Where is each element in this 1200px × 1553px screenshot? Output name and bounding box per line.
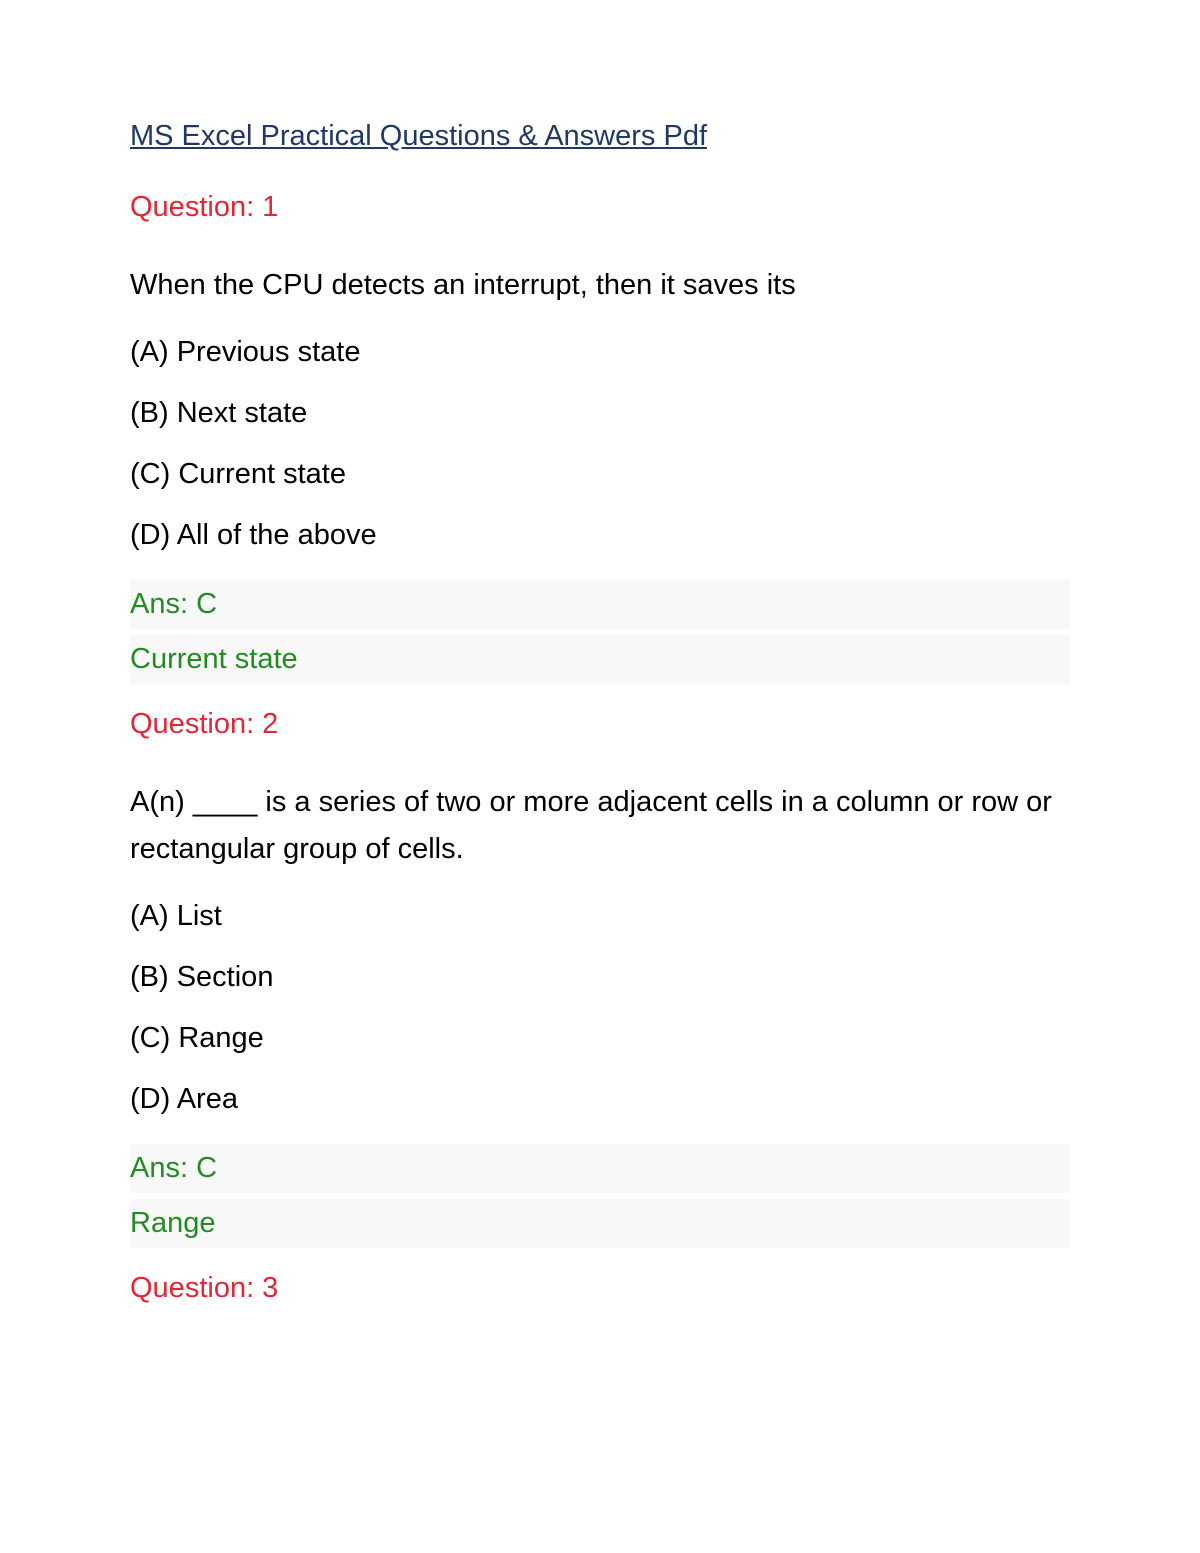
question-1-option-d: (D) All of the above <box>130 519 1070 552</box>
question-1-option-c: (C) Current state <box>130 458 1070 491</box>
answer-text-1: Current state <box>130 643 298 675</box>
spacer <box>130 1254 1070 1272</box>
answer-block-1-text: Current state <box>130 635 1070 684</box>
document-title: MS Excel Practical Questions & Answers P… <box>130 120 1070 153</box>
answer-label-2: Ans: C <box>130 1152 217 1184</box>
answer-block-1-label: Ans: C <box>130 580 1070 629</box>
question-label-2: Question: 2 <box>130 708 1070 741</box>
spacer <box>130 690 1070 708</box>
question-text-1: When the CPU detects an interrupt, then … <box>130 262 1070 308</box>
question-text-2: A(n) ____ is a series of two or more adj… <box>130 779 1070 872</box>
answer-label-1: Ans: C <box>130 588 217 620</box>
answer-block-2-text: Range <box>130 1199 1070 1248</box>
question-1-option-b: (B) Next state <box>130 397 1070 430</box>
question-2-option-d: (D) Area <box>130 1083 1070 1116</box>
question-label-1: Question: 1 <box>130 191 1070 224</box>
answer-text-2: Range <box>130 1207 215 1239</box>
question-label-3: Question: 3 <box>130 1272 1070 1305</box>
answer-block-2-label: Ans: C <box>130 1144 1070 1193</box>
question-2-option-c: (C) Range <box>130 1022 1070 1055</box>
question-2-option-a: (A) List <box>130 900 1070 933</box>
question-2-option-b: (B) Section <box>130 961 1070 994</box>
question-1-option-a: (A) Previous state <box>130 336 1070 369</box>
